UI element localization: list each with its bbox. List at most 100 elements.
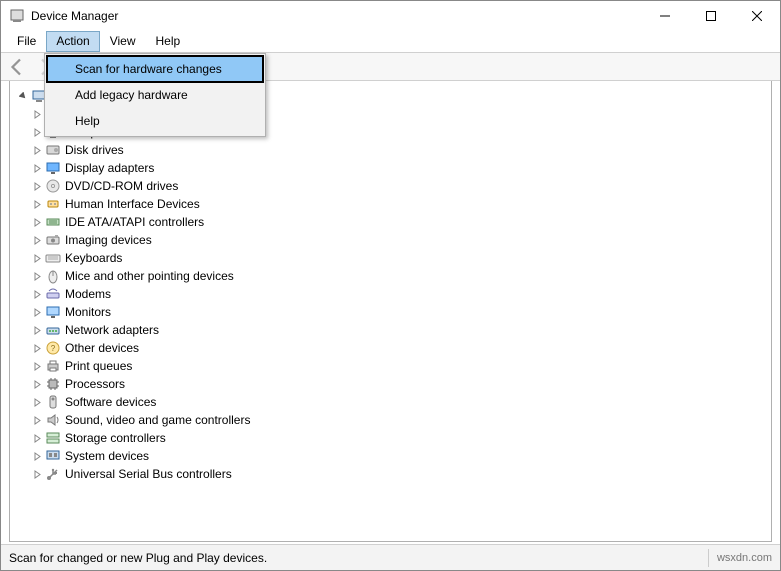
tree-node-label: DVD/CD-ROM drives [65,179,178,193]
tree-node[interactable]: System devices [13,447,768,465]
expander-icon[interactable] [31,432,43,444]
tree-node[interactable]: Network adapters [13,321,768,339]
menu-view[interactable]: View [100,31,146,52]
tree-node[interactable]: Human Interface Devices [13,195,768,213]
menu-action[interactable]: Action [46,31,99,52]
maximize-button[interactable] [688,1,734,31]
system-icon [45,448,61,464]
ide-icon [45,214,61,230]
back-button[interactable] [5,55,29,79]
printer-icon [45,358,61,374]
tree-node[interactable]: Storage controllers [13,429,768,447]
tree-node[interactable]: Processors [13,375,768,393]
mouse-icon [45,268,61,284]
tree-node-label: Storage controllers [65,431,166,445]
display-icon [45,160,61,176]
statusbar-separator [708,549,709,567]
expander-icon[interactable] [31,162,43,174]
expander-icon[interactable] [31,360,43,372]
tree-node[interactable]: Keyboards [13,249,768,267]
expander-icon[interactable] [31,396,43,408]
tree-node-label: Imaging devices [65,233,152,247]
tree-node-label: Mice and other pointing devices [65,269,234,283]
expander-icon[interactable] [31,324,43,336]
tree-node[interactable]: Monitors [13,303,768,321]
cpu-icon [45,376,61,392]
tree-node-label: System devices [65,449,149,463]
sound-icon [45,412,61,428]
menu-item-help[interactable]: Help [47,108,263,134]
expander-icon[interactable] [31,180,43,192]
tree-node-label: Monitors [65,305,111,319]
tree-node[interactable]: ? Other devices [13,339,768,357]
expander-icon[interactable] [31,378,43,390]
window-controls [642,1,780,31]
device-tree[interactable]: BluetoothComputerDisk drivesDisplay adap… [9,81,772,489]
tree-node[interactable]: Mice and other pointing devices [13,267,768,285]
window-title: Device Manager [31,9,118,23]
close-button[interactable] [734,1,780,31]
tree-node[interactable]: Display adapters [13,159,768,177]
expander-icon[interactable] [31,126,43,138]
expander-icon[interactable] [17,90,29,102]
keyboard-icon [45,250,61,266]
tree-node[interactable]: Disk drives [13,141,768,159]
tree-node[interactable]: Print queues [13,357,768,375]
tree-node[interactable]: IDE ATA/ATAPI controllers [13,213,768,231]
tree-node-label: Disk drives [65,143,124,157]
expander-icon[interactable] [31,450,43,462]
imaging-icon [45,232,61,248]
usb-icon [45,466,61,482]
expander-icon[interactable] [31,342,43,354]
menu-file[interactable]: File [7,31,46,52]
monitor-icon [45,304,61,320]
menu-help[interactable]: Help [146,31,191,52]
expander-icon[interactable] [31,108,43,120]
tree-node[interactable]: Sound, video and game controllers [13,411,768,429]
tree-node[interactable]: Imaging devices [13,231,768,249]
expander-icon[interactable] [31,414,43,426]
expander-icon[interactable] [31,288,43,300]
tree-node-label: Other devices [65,341,139,355]
expander-icon[interactable] [31,468,43,480]
statusbar-credit: wsxdn.com [717,552,772,564]
minimize-button[interactable] [642,1,688,31]
tree-node[interactable]: Modems [13,285,768,303]
tree-node-label: Processors [65,377,125,391]
expander-icon[interactable] [31,234,43,246]
modem-icon [45,286,61,302]
tree-node-label: Print queues [65,359,132,373]
svg-text:?: ? [51,344,56,353]
software-icon [45,394,61,410]
storage-icon [45,430,61,446]
tree-node[interactable]: Universal Serial Bus controllers [13,465,768,483]
titlebar: Device Manager [1,1,780,31]
tree-node-label: Keyboards [65,251,122,265]
tree-node-label: Display adapters [65,161,154,175]
tree-node-label: Network adapters [65,323,159,337]
expander-icon[interactable] [31,216,43,228]
disc-icon [45,178,61,194]
expander-icon[interactable] [31,306,43,318]
expander-icon[interactable] [31,144,43,156]
network-icon [45,322,61,338]
tree-node-label: Universal Serial Bus controllers [65,467,232,481]
tree-node[interactable]: DVD/CD-ROM drives [13,177,768,195]
menubar: File Action View Help [1,31,780,53]
hid-icon [45,196,61,212]
menu-item-add-legacy[interactable]: Add legacy hardware [47,82,263,108]
tree-node[interactable]: Software devices [13,393,768,411]
other-icon: ? [45,340,61,356]
expander-icon[interactable] [31,198,43,210]
menu-item-scan-hardware[interactable]: Scan for hardware changes [47,56,263,82]
device-tree-panel: BluetoothComputerDisk drivesDisplay adap… [9,81,772,542]
statusbar-text: Scan for changed or new Plug and Play de… [9,551,267,565]
tree-node-label: Modems [65,287,111,301]
app-icon [9,8,25,24]
tree-node-label: Human Interface Devices [65,197,200,211]
expander-icon[interactable] [31,252,43,264]
action-menu-dropdown: Scan for hardware changes Add legacy har… [44,53,266,137]
tree-node-label: IDE ATA/ATAPI controllers [65,215,204,229]
expander-icon[interactable] [31,270,43,282]
statusbar: Scan for changed or new Plug and Play de… [1,544,780,570]
